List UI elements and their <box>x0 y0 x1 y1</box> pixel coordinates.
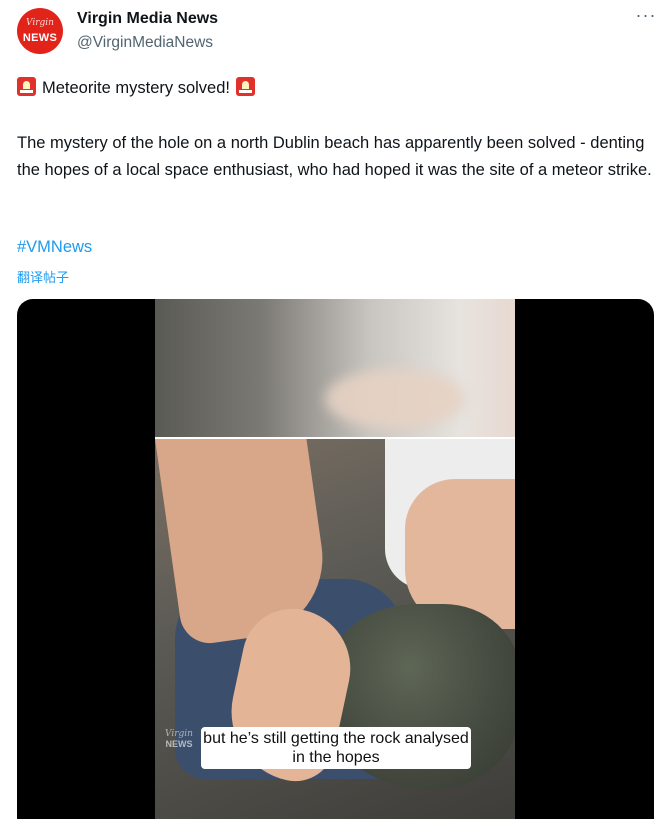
tweet-body: The mystery of the hole on a north Dubli… <box>17 134 652 179</box>
avatar-brand: Virgin <box>26 18 54 28</box>
more-icon[interactable]: ··· <box>634 6 658 28</box>
rotating-light-icon <box>17 77 36 96</box>
video-player[interactable]: Virgin NEWS but he’s still getting the r… <box>17 299 654 819</box>
tweet-header: Virgin NEWS Virgin Media News @VirginMed… <box>0 0 671 64</box>
watermark-news: NEWS <box>165 739 193 749</box>
translate-post-link[interactable]: 翻译帖子 <box>17 267 69 286</box>
video-watermark: Virgin NEWS <box>160 729 198 749</box>
headline-text: Meteorite mystery solved! <box>42 79 230 97</box>
tweet-headline: Meteorite mystery solved! <box>17 77 255 98</box>
author-name[interactable]: Virgin Media News <box>77 10 218 28</box>
blurred-hand-shape <box>325 369 465 429</box>
hashtag-link[interactable]: #VMNews <box>17 238 92 257</box>
avatar-news: NEWS <box>22 32 58 44</box>
video-caption: but he’s still getting the rock analysed… <box>201 727 471 769</box>
avatar[interactable]: Virgin NEWS <box>17 8 63 54</box>
author-handle[interactable]: @VirginMediaNews <box>77 34 213 52</box>
rotating-light-icon <box>235 77 255 96</box>
watermark-brand: Virgin <box>165 729 193 739</box>
video-top-panel <box>155 299 515 437</box>
